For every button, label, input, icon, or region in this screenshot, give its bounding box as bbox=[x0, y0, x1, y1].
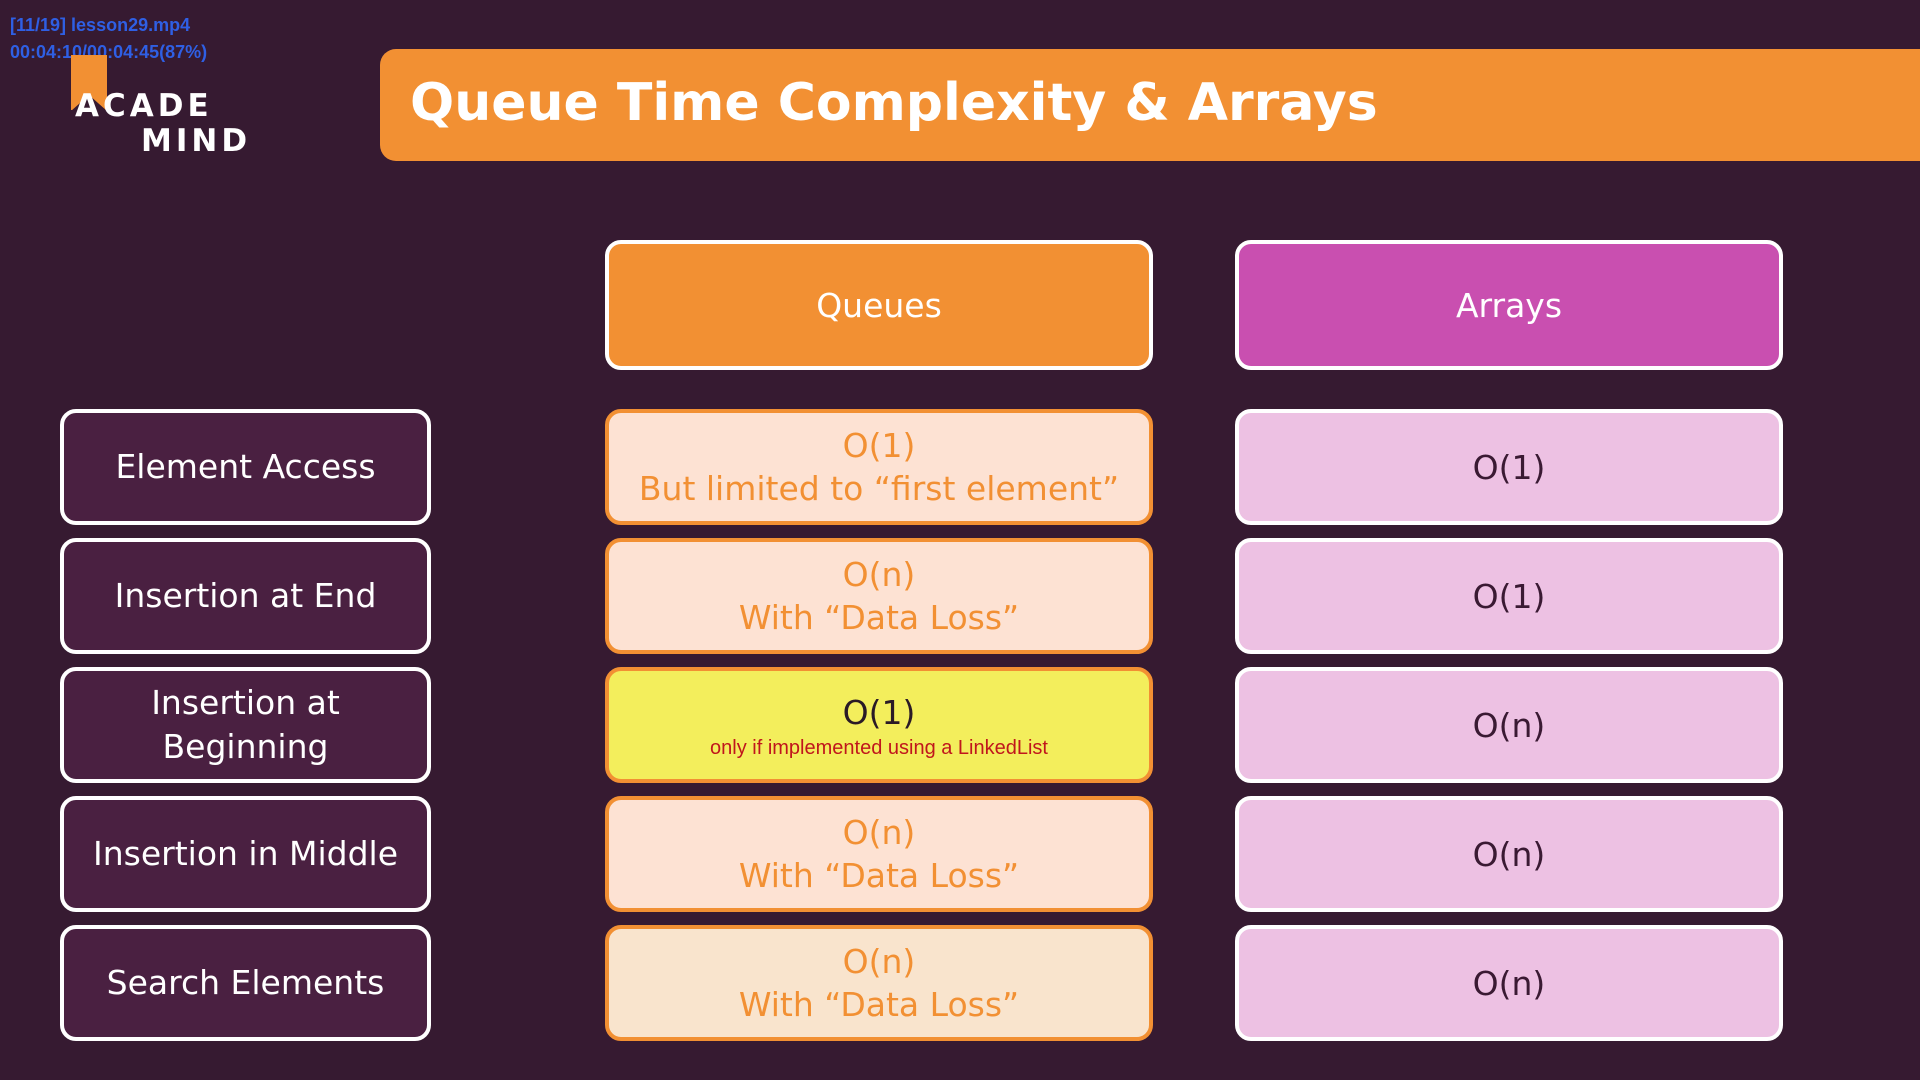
row-label-search-elements: Search Elements bbox=[60, 925, 431, 1041]
logo-text-line1: ACADE bbox=[75, 88, 213, 124]
column-header-arrays-label: Arrays bbox=[1455, 285, 1563, 325]
array-cell-search-elements: O(n) bbox=[1235, 925, 1783, 1041]
slide-title: Queue Time Complexity & Arrays bbox=[410, 73, 1378, 133]
row-label-insertion-at-end: Insertion at End bbox=[60, 538, 431, 654]
array-complexity: O(1) bbox=[1472, 576, 1546, 616]
column-header-arrays: Arrays bbox=[1235, 240, 1783, 370]
row-label-text: Insertion at Beginning bbox=[151, 683, 340, 766]
array-complexity: O(n) bbox=[1472, 834, 1546, 874]
array-cell-insertion-at-end: O(1) bbox=[1235, 538, 1783, 654]
queue-complexity: O(1) bbox=[842, 426, 916, 465]
queue-complexity: O(n) bbox=[842, 942, 916, 981]
academind-logo: ACADE MIND bbox=[71, 55, 251, 165]
queue-note: only if implemented using a LinkedList bbox=[710, 736, 1048, 759]
array-complexity: O(n) bbox=[1472, 963, 1546, 1003]
title-banner: Queue Time Complexity & Arrays bbox=[380, 49, 1920, 161]
queue-cell-element-access: O(1) But limited to “first element” bbox=[605, 409, 1153, 525]
queue-cell-insertion-at-end: O(n) With “Data Loss” bbox=[605, 538, 1153, 654]
column-header-queues: Queues bbox=[605, 240, 1153, 370]
queue-caveat: With “Data Loss” bbox=[738, 856, 1020, 895]
queue-cell-insertion-at-beginning: O(1) only if implemented using a LinkedL… bbox=[605, 667, 1153, 783]
row-label-text: Insertion at End bbox=[114, 576, 377, 615]
row-label-insertion-at-beginning: Insertion at Beginning bbox=[60, 667, 431, 783]
queue-caveat: With “Data Loss” bbox=[738, 598, 1020, 637]
overlay-file-name: [11/19] lesson29.mp4 bbox=[10, 15, 191, 35]
queue-caveat: With “Data Loss” bbox=[738, 985, 1020, 1024]
queue-caveat: But limited to “first element” bbox=[638, 469, 1120, 508]
queue-cell-insertion-in-middle: O(n) With “Data Loss” bbox=[605, 796, 1153, 912]
logo-text-line2: MIND bbox=[141, 123, 252, 159]
column-header-queues-label: Queues bbox=[816, 285, 942, 325]
row-label-element-access: Element Access bbox=[60, 409, 431, 525]
row-label-text: Search Elements bbox=[106, 963, 385, 1002]
queue-complexity: O(n) bbox=[842, 813, 916, 852]
array-complexity: O(n) bbox=[1472, 705, 1546, 745]
array-cell-insertion-at-beginning: O(n) bbox=[1235, 667, 1783, 783]
row-label-insertion-in-middle: Insertion in Middle bbox=[60, 796, 431, 912]
row-label-text: Insertion in Middle bbox=[93, 834, 398, 873]
row-label-text: Element Access bbox=[115, 447, 376, 486]
array-cell-element-access: O(1) bbox=[1235, 409, 1783, 525]
queue-complexity: O(n) bbox=[842, 555, 916, 594]
queue-complexity: O(1) bbox=[842, 692, 916, 732]
queue-cell-search-elements: O(n) With “Data Loss” bbox=[605, 925, 1153, 1041]
array-cell-insertion-in-middle: O(n) bbox=[1235, 796, 1783, 912]
array-complexity: O(1) bbox=[1472, 447, 1546, 487]
